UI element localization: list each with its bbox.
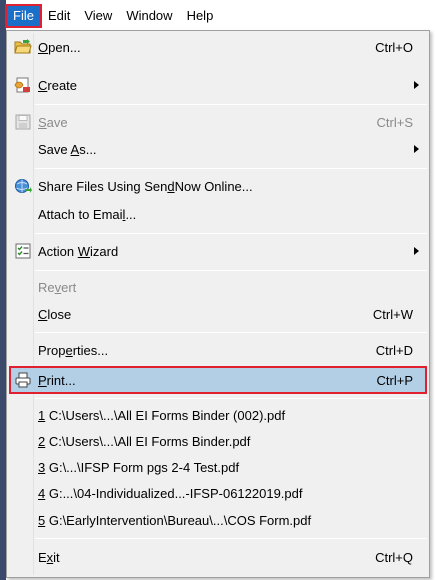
menu-item-exit[interactable]: Exit Ctrl+Q — [9, 544, 427, 570]
floppy-disk-icon — [14, 113, 32, 131]
shortcut-open: Ctrl+O — [375, 39, 413, 55]
menu-item-close-label: Close — [38, 306, 72, 322]
menu-bar: File Edit View Window Help — [5, 4, 435, 28]
globe-share-icon — [14, 177, 32, 195]
recent-file-label: 4 G:...\04-Individualized...-IFSP-061220… — [38, 485, 303, 501]
menu-item-attach-email[interactable]: Attach to Email... — [9, 201, 427, 227]
file-menu-dropdown: Open... Ctrl+O Create Save Ctrl+S Save A… — [6, 30, 430, 578]
shortcut-properties: Ctrl+D — [375, 342, 413, 358]
screenshot-stage: File Edit View Window Help Open... Ctrl+… — [0, 0, 435, 580]
menu-window[interactable]: Window — [119, 5, 179, 27]
recent-file-1[interactable]: 1 C:\Users\...\All EI Forms Binder (002)… — [9, 402, 427, 428]
menu-item-save-as[interactable]: Save As... — [9, 136, 427, 162]
menu-item-close[interactable]: Close Ctrl+W — [9, 301, 427, 327]
menu-item-revert[interactable]: Revert — [9, 274, 427, 300]
create-pdf-icon — [14, 76, 32, 94]
menu-item-share-sendnow[interactable]: Share Files Using SendNow Online... — [9, 173, 427, 199]
menu-separator — [35, 104, 427, 105]
checklist-icon — [14, 242, 32, 260]
menu-separator — [35, 168, 427, 169]
recent-file-label: 1 C:\Users\...\All EI Forms Binder (002)… — [38, 407, 286, 423]
menu-separator — [35, 332, 427, 333]
menu-item-open[interactable]: Open... Ctrl+O — [9, 34, 427, 60]
recent-file-label: 3 G:\...\IFSP Form pgs 2-4 Test.pdf — [38, 459, 240, 475]
submenu-arrow-icon — [414, 145, 419, 153]
menu-separator — [35, 538, 427, 539]
menu-item-print-label: Print... — [38, 372, 76, 388]
menu-file[interactable]: File — [5, 4, 42, 28]
submenu-arrow-icon — [414, 81, 419, 89]
menu-item-action-wizard[interactable]: Action Wizard — [9, 238, 427, 264]
menu-edit[interactable]: Edit — [41, 5, 77, 27]
menu-item-action-wizard-label: Action Wizard — [38, 243, 119, 259]
menu-item-attach-label: Attach to Email... — [38, 206, 137, 222]
recent-file-4[interactable]: 4 G:...\04-Individualized...-IFSP-061220… — [9, 480, 427, 506]
recent-file-label: 5 G:\EarlyIntervention\Bureau\...\COS Fo… — [38, 512, 312, 528]
menu-item-revert-label: Revert — [38, 279, 77, 295]
submenu-arrow-icon — [414, 247, 419, 255]
menu-separator — [35, 398, 427, 399]
menu-separator — [35, 270, 427, 271]
menu-separator — [35, 233, 427, 234]
recent-file-3[interactable]: 3 G:\...\IFSP Form pgs 2-4 Test.pdf — [9, 454, 427, 480]
recent-file-5[interactable]: 5 G:\EarlyIntervention\Bureau\...\COS Fo… — [9, 507, 427, 533]
menu-item-create[interactable]: Create — [9, 72, 427, 98]
printer-icon — [14, 371, 32, 389]
menu-item-print[interactable]: Print... Ctrl+P — [9, 366, 427, 394]
menu-item-properties[interactable]: Properties... Ctrl+D — [9, 337, 427, 363]
recent-file-2[interactable]: 2 C:\Users\...\All EI Forms Binder.pdf — [9, 428, 427, 454]
folder-open-icon — [14, 38, 32, 56]
menu-item-create-label: Create — [38, 77, 78, 93]
menu-item-properties-label: Properties... — [38, 342, 109, 358]
shortcut-close: Ctrl+W — [372, 306, 413, 322]
menu-help[interactable]: Help — [180, 5, 221, 27]
recent-file-label: 2 C:\Users\...\All EI Forms Binder.pdf — [38, 433, 251, 449]
shortcut-print: Ctrl+P — [376, 372, 413, 388]
menu-item-save[interactable]: Save Ctrl+S — [9, 109, 427, 135]
menu-view[interactable]: View — [77, 5, 119, 27]
menu-item-exit-label: Exit — [38, 549, 60, 565]
menu-item-share-label: Share Files Using SendNow Online... — [38, 178, 253, 194]
shortcut-save: Ctrl+S — [376, 114, 413, 130]
shortcut-exit: Ctrl+Q — [375, 549, 413, 565]
menu-item-open-label: Open... — [38, 39, 81, 55]
menu-item-save-label: Save — [38, 114, 68, 130]
menu-item-save-as-label: Save As... — [38, 141, 97, 157]
